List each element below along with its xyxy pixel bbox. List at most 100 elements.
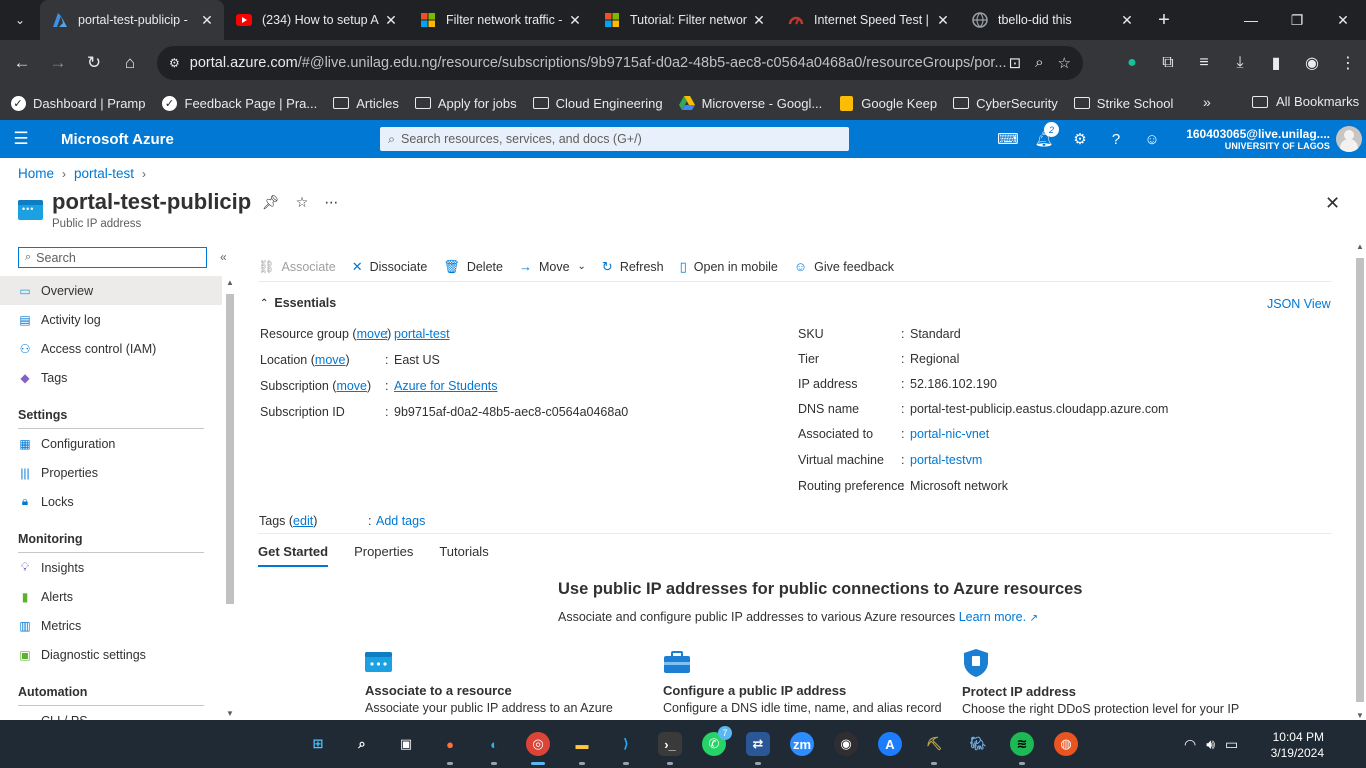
close-tab-icon[interactable]: ✕: [566, 12, 584, 29]
move-button[interactable]: → Move ⌄: [519, 259, 586, 274]
clock[interactable]: 10:04 PM 3/19/2024: [1262, 729, 1324, 761]
notifications-icon[interactable]: 🔔︎ 2: [1026, 122, 1062, 148]
zoom-icon[interactable]: ⌕: [1035, 54, 1043, 72]
json-view-link[interactable]: JSON View: [1267, 297, 1331, 311]
essentials-toggle[interactable]: ⌃ Essentials: [260, 296, 336, 310]
virtual-machine-link[interactable]: portal-testvm: [910, 453, 982, 467]
grammarly-extension-icon[interactable]: ●: [1114, 45, 1150, 81]
menu-scrollbar[interactable]: ▲ ▼: [224, 278, 236, 718]
subscription-link[interactable]: Azure for Students: [394, 379, 498, 393]
wifi-icon[interactable]: ◠: [1184, 736, 1196, 753]
bookmarks-overflow-icon[interactable]: »: [1203, 94, 1211, 110]
tab-search-chevron-icon[interactable]: ⌄: [0, 0, 40, 40]
tab-get-started[interactable]: Get Started: [258, 534, 329, 567]
collapse-menu-icon[interactable]: «: [220, 250, 227, 264]
taskbar-terminal-icon[interactable]: ›_: [648, 720, 692, 768]
address-bar[interactable]: ⚙ portal.azure.com/#@live.unilag.edu.ng/…: [157, 46, 1083, 80]
close-tab-icon[interactable]: ✕: [1118, 12, 1136, 29]
menu-item-diagnostic-settings[interactable]: ▣ Diagnostic settings: [0, 640, 222, 669]
pin-icon[interactable]: 📌︎: [262, 194, 280, 211]
taskbar-rdp-icon[interactable]: ⇄: [736, 720, 780, 768]
taskbar-search-icon[interactable]: ⌕: [340, 720, 384, 768]
taskbar-spotify-icon[interactable]: ≋: [1000, 720, 1044, 768]
help-icon[interactable]: ?: [1098, 131, 1134, 148]
bookmark-item[interactable]: CyberSecurity: [953, 95, 1058, 111]
bookmark-item[interactable]: Apply for jobs: [414, 95, 517, 111]
card-protect[interactable]: Protect IP address Choose the right DDoS…: [962, 648, 1239, 716]
taskbar-file-explorer-icon[interactable]: ▬: [560, 720, 604, 768]
bookmark-item[interactable]: Strike School: [1073, 95, 1173, 111]
give-feedback-button[interactable]: ☺ Give feedback: [794, 259, 894, 274]
menu-item-insights[interactable]: 💡︎ Insights: [0, 553, 222, 582]
favorite-star-icon[interactable]: ☆: [296, 194, 309, 211]
content-scrollbar[interactable]: ▲ ▼: [1353, 242, 1366, 720]
cloud-shell-icon[interactable]: ⌨: [990, 130, 1026, 148]
move-location-link[interactable]: move: [315, 353, 346, 367]
close-blade-icon[interactable]: ✕: [1325, 193, 1340, 214]
browser-tab[interactable]: Internet Speed Test | ✕: [776, 0, 960, 40]
feedback-icon[interactable]: ☺: [1134, 131, 1170, 148]
bookmark-item[interactable]: ✓ Dashboard | Pramp: [10, 95, 146, 111]
close-tab-icon[interactable]: ✕: [750, 12, 768, 29]
taskbar-postgres-icon[interactable]: 🐘︎: [956, 720, 1000, 768]
bookmark-item[interactable]: Microverse - Googl...: [678, 95, 822, 111]
open-in-mobile-button[interactable]: ▯ Open in mobile: [680, 259, 778, 275]
reading-list-icon[interactable]: ≡: [1186, 45, 1222, 81]
menu-item-configuration[interactable]: ▦ Configuration: [0, 429, 222, 458]
account-menu[interactable]: 160403065@live.unilag.... UNIVERSITY OF …: [1186, 127, 1330, 151]
close-tab-icon[interactable]: ✕: [934, 12, 952, 29]
battery-icon[interactable]: ▭: [1225, 736, 1238, 753]
dissociate-button[interactable]: ✕ Dissociate: [352, 259, 428, 275]
new-tab-button[interactable]: +: [1144, 9, 1184, 32]
taskbar-firefox-icon[interactable]: ●: [428, 720, 472, 768]
menu-item-activity-log[interactable]: ▤ Activity log: [0, 305, 222, 334]
tab-properties[interactable]: Properties: [354, 534, 413, 567]
menu-search-input[interactable]: ⌕ Search: [18, 247, 207, 268]
move-rg-link[interactable]: move: [357, 327, 388, 341]
browser-tab[interactable]: Filter network traffic - ✕: [408, 0, 592, 40]
menu-item-cli-ps[interactable]: ▬CLI / PS: [0, 706, 222, 721]
taskbar-task-view-icon[interactable]: ▣: [384, 720, 428, 768]
resource-group-link[interactable]: portal-test: [394, 327, 450, 341]
side-panel-icon[interactable]: ▮: [1258, 45, 1294, 81]
restore-icon[interactable]: ❐: [1274, 0, 1320, 40]
install-app-icon[interactable]: ⊡: [1009, 54, 1022, 72]
taskbar-zoom-icon[interactable]: zm: [780, 720, 824, 768]
global-search-input[interactable]: ⌕ Search resources, services, and docs (…: [380, 127, 849, 151]
close-window-icon[interactable]: ✕: [1320, 0, 1366, 40]
browser-tab[interactable]: Tutorial: Filter networ ✕: [592, 0, 776, 40]
move-subscription-link[interactable]: move: [336, 379, 367, 393]
taskbar-ubuntu-app-icon[interactable]: ◍: [1044, 720, 1088, 768]
learn-more-link[interactable]: Learn more. ↗: [959, 610, 1038, 624]
breadcrumb-resource-group[interactable]: portal-test: [74, 166, 134, 181]
menu-item-access-control-iam[interactable]: ⚇ Access control (IAM): [0, 334, 222, 363]
bookmark-star-icon[interactable]: ☆: [1058, 54, 1071, 72]
scroll-up-icon[interactable]: ▲: [226, 278, 234, 287]
volume-icon[interactable]: 🔊︎: [1206, 736, 1215, 753]
home-icon[interactable]: ⌂: [112, 45, 148, 81]
bookmark-item[interactable]: Cloud Engineering: [532, 95, 663, 111]
taskbar-app-store-icon[interactable]: A: [868, 720, 912, 768]
site-info-icon[interactable]: ⚙: [169, 56, 180, 70]
browser-menu-icon[interactable]: ⋮: [1330, 45, 1366, 81]
taskbar-vscode-icon[interactable]: ⟩: [604, 720, 648, 768]
more-options-icon[interactable]: ⋯: [324, 194, 338, 211]
breadcrumb-home[interactable]: Home: [18, 166, 54, 181]
download-icon[interactable]: ⤓: [1222, 45, 1258, 81]
taskbar-start-icon[interactable]: ⊞: [296, 720, 340, 768]
associated-to-link[interactable]: portal-nic-vnet: [910, 427, 989, 441]
add-tags-link[interactable]: Add tags: [376, 514, 425, 528]
scrollbar-thumb[interactable]: [1356, 258, 1364, 702]
tab-tutorials[interactable]: Tutorials: [439, 534, 488, 567]
browser-tab[interactable]: portal-test-publicip - ✕: [40, 0, 224, 40]
refresh-button[interactable]: ↻ Refresh: [602, 259, 664, 275]
associate-button[interactable]: ⛓ Associate: [258, 259, 336, 275]
extensions-icon[interactable]: ⧉: [1150, 45, 1186, 81]
menu-item-alerts[interactable]: ▮ Alerts: [0, 582, 222, 611]
scroll-up-icon[interactable]: ▲: [1356, 242, 1364, 251]
scrollbar-thumb[interactable]: [226, 294, 234, 604]
card-configure[interactable]: Configure a public IP address Configure …: [663, 650, 942, 715]
portal-menu-icon[interactable]: ☰: [0, 129, 42, 149]
taskbar-edge-icon[interactable]: ◐: [472, 720, 516, 768]
edit-tags-link[interactable]: edit: [293, 514, 313, 528]
